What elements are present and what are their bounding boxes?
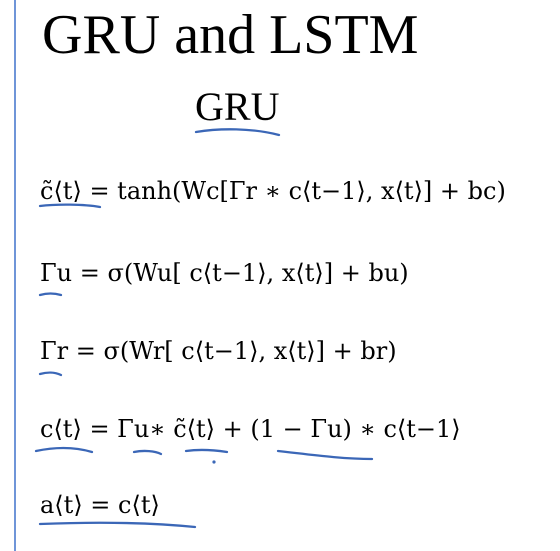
gate-complement-underline [276, 449, 374, 461]
activation-equation: a⟨t⟩ = c⟨t⟩ [40, 491, 160, 519]
candidate-cell-equation: c̃⟨t⟩ = tanh(Wc[Γr ∗ c⟨t−1⟩, x⟨t⟩] + bc) [40, 177, 506, 205]
candidate-term-underline [184, 448, 229, 454]
left-margin-line [14, 0, 16, 551]
update-gate-underline [38, 292, 63, 297]
memory-cell-update-equation: c⟨t⟩ = Γu∗ c̃⟨t⟩ + (1 − Γu) ∗ c⟨t−1⟩ [40, 415, 461, 443]
update-gate-equation: Γu = σ(Wu[ c⟨t−1⟩, x⟨t⟩] + bu) [40, 259, 409, 287]
activation-underline [38, 521, 197, 529]
cell-state-underline [34, 446, 94, 454]
candidate-term-dot [212, 460, 216, 464]
relevance-gate-equation: Γr = σ(Wr[ c⟨t−1⟩, x⟨t⟩] + br) [40, 337, 397, 365]
update-gate-term-underline [132, 449, 163, 456]
gru-subtitle: GRU [195, 84, 280, 129]
subtitle-underline [194, 128, 281, 137]
relevance-gate-underline [38, 371, 63, 377]
slide-title: GRU and LSTM [42, 4, 419, 66]
